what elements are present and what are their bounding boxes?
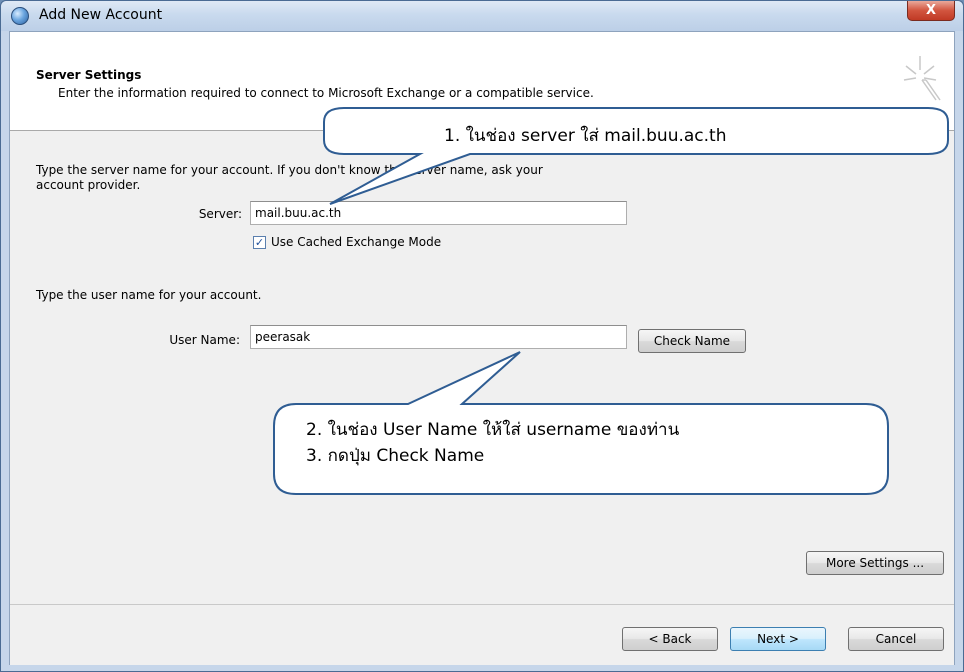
callout-1-text: 1. ในช่อง server ใส่ mail.buu.ac.th: [444, 126, 727, 146]
outlook-app-icon: [11, 7, 29, 25]
server-settings-form: Type the server name for your account. I…: [10, 131, 954, 604]
callout-2-line1: 2. ในช่อง User Name ให้ใส่ username ของท…: [306, 420, 680, 440]
page-subtitle: Enter the information required to connec…: [58, 86, 594, 100]
next-button[interactable]: Next >: [730, 627, 826, 651]
check-name-button[interactable]: Check Name: [638, 329, 746, 353]
add-account-window: Add New Account X Server Settings Enter …: [0, 0, 964, 672]
window-title: Add New Account: [39, 7, 163, 23]
page-title: Server Settings: [36, 68, 142, 82]
callout-2-line2: 3. กดปุ่ม Check Name: [306, 446, 485, 466]
username-label: User Name:: [169, 333, 240, 347]
server-input[interactable]: mail.buu.ac.th: [250, 201, 627, 225]
cached-mode-checkbox[interactable]: ✓: [253, 236, 266, 249]
cached-mode-label: Use Cached Exchange Mode: [271, 235, 442, 249]
server-label: Server:: [198, 207, 242, 221]
title-bar[interactable]: Add New Account X: [1, 1, 963, 31]
close-button[interactable]: X: [907, 1, 955, 21]
wizard-header: Server Settings Enter the information re…: [10, 32, 954, 131]
more-settings-button[interactable]: More Settings ...: [806, 551, 944, 575]
username-input[interactable]: peerasak: [250, 325, 627, 349]
cancel-button[interactable]: Cancel: [848, 627, 944, 651]
server-instruction-line2: account provider.: [36, 178, 141, 192]
server-instruction: Type the server name for your account. I…: [36, 163, 543, 177]
user-instruction: Type the user name for your account.: [36, 288, 262, 302]
wizard-footer: < Back Next > Cancel: [10, 604, 954, 665]
back-button[interactable]: < Back: [622, 627, 718, 651]
wizard-spark-icon: [903, 56, 941, 101]
